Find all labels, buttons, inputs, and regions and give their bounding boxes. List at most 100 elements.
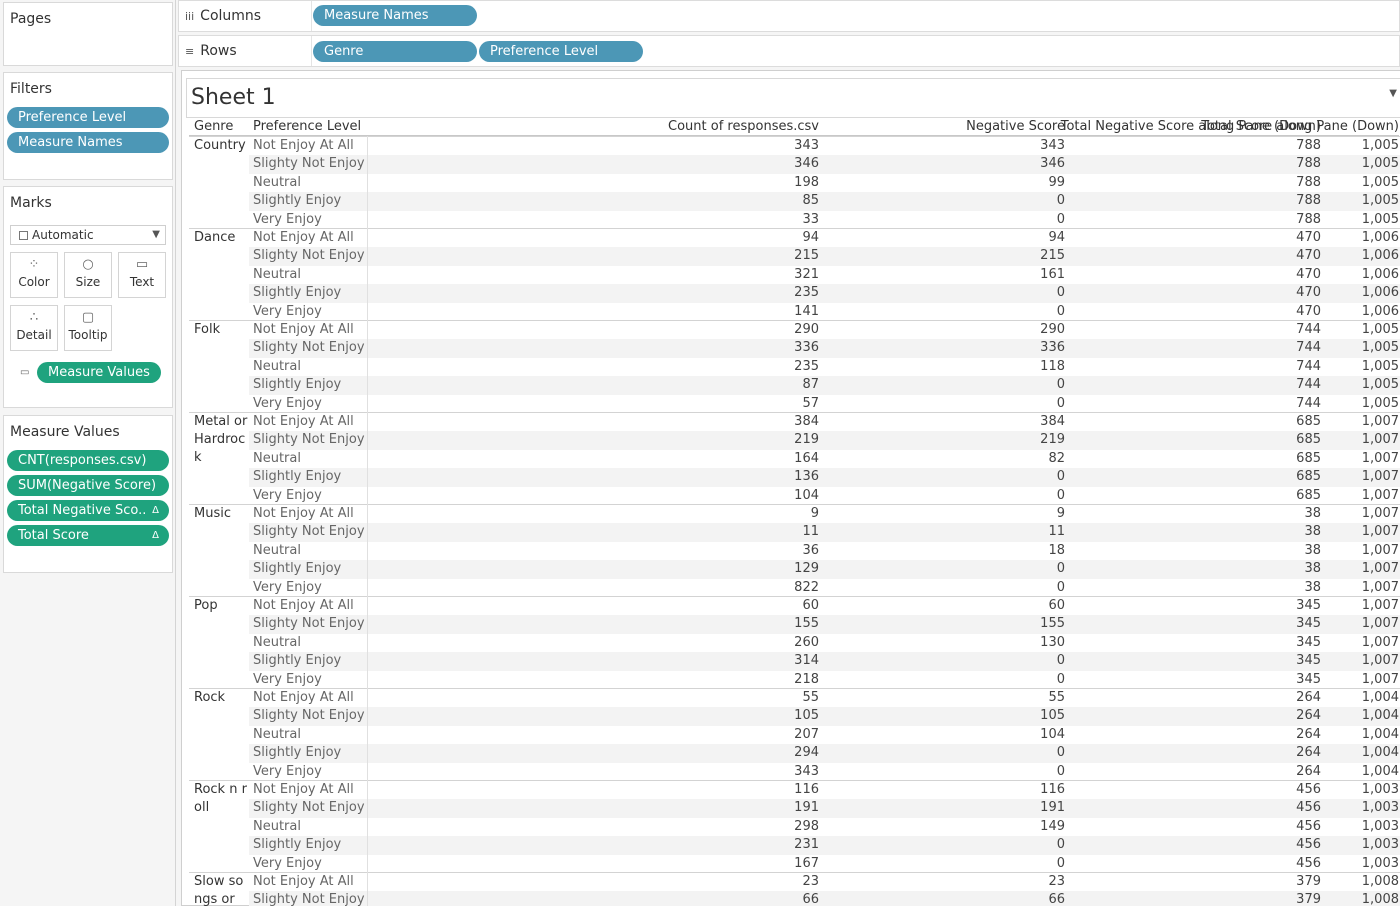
table-row[interactable]: Not Enjoy At All 384 384 685 1,007 — [249, 413, 1400, 431]
table-row[interactable]: Slightly Enjoy 85 0 788 1,005 — [249, 192, 1400, 211]
table-row[interactable]: Very Enjoy 104 0 685 1,007 — [249, 487, 1400, 505]
table-row[interactable]: Not Enjoy At All 94 94 470 1,006 — [249, 229, 1400, 247]
negative-score-cell: 0 — [1056, 745, 1065, 761]
table-row[interactable]: Slightly Enjoy 87 0 744 1,005 — [249, 376, 1400, 395]
genre-label[interactable]: Rock — [194, 689, 249, 707]
count-cell: 23 — [802, 874, 819, 889]
pages-card[interactable]: Pages — [3, 2, 173, 66]
genre-label[interactable]: Pop — [194, 597, 249, 615]
table-row[interactable]: Slighty Not Enjoy 191 191 456 1,003 — [249, 799, 1400, 818]
table-row[interactable]: Slightly Enjoy 136 0 685 1,007 — [249, 468, 1400, 487]
negative-score-cell: 149 — [1040, 818, 1065, 834]
table-row[interactable]: Neutral 235 118 744 1,005 — [249, 358, 1400, 376]
text-button[interactable]: ▭ Text — [118, 252, 166, 298]
rows-shelf[interactable]: ≡ Rows Genre Preference Level — [178, 35, 1400, 67]
genre-label[interactable]: Metal or Hardrock — [194, 413, 249, 467]
measure-pill-total-score[interactable]: Total Score Δ — [7, 525, 169, 546]
sheet-menu-icon[interactable]: ▼ — [1389, 88, 1397, 99]
table-row[interactable]: Neutral 298 149 456 1,003 — [249, 818, 1400, 836]
table-row[interactable]: Neutral 260 130 345 1,007 — [249, 634, 1400, 652]
genre-label[interactable]: Slow songs or — [194, 873, 249, 906]
table-row[interactable]: Not Enjoy At All 23 23 379 1,008 — [249, 873, 1400, 891]
header-preference-level[interactable]: Preference Level — [253, 118, 361, 136]
genre-label[interactable]: Country — [194, 137, 249, 155]
genre-label[interactable]: Dance — [194, 229, 249, 247]
table-row[interactable]: Not Enjoy At All 343 343 788 1,005 — [249, 137, 1400, 155]
table-row[interactable]: Not Enjoy At All 55 55 264 1,004 — [249, 689, 1400, 707]
preference-level-cell: Very Enjoy — [253, 211, 322, 227]
table-row[interactable]: Slighty Not Enjoy 105 105 264 1,004 — [249, 707, 1400, 726]
genre-label[interactable]: Rock n roll — [194, 781, 249, 817]
mark-type-dropdown[interactable]: Automatic ▼ — [10, 225, 166, 245]
rows-pill-preference-level[interactable]: Preference Level — [479, 41, 643, 62]
table-row[interactable]: Not Enjoy At All 60 60 345 1,007 — [249, 597, 1400, 615]
table-row[interactable]: Slighty Not Enjoy 155 155 345 1,007 — [249, 615, 1400, 634]
columns-shelf[interactable]: iii Columns Measure Names — [178, 0, 1400, 32]
size-button[interactable]: ○ Size — [64, 252, 112, 298]
table-row[interactable]: Very Enjoy 218 0 345 1,007 — [249, 671, 1400, 689]
table-row[interactable]: Slighty Not Enjoy 346 346 788 1,005 — [249, 155, 1400, 174]
table-row[interactable]: Not Enjoy At All 290 290 744 1,005 — [249, 321, 1400, 339]
filter-pill-measure-names[interactable]: Measure Names — [7, 132, 169, 153]
filter-pill-preference-level[interactable]: Preference Level — [7, 107, 169, 128]
negative-score-cell: 155 — [1040, 616, 1065, 632]
table-row[interactable]: Very Enjoy 343 0 264 1,004 — [249, 763, 1400, 781]
count-cell: 191 — [794, 800, 819, 816]
genre-label[interactable]: Folk — [194, 321, 249, 339]
genre-group: Rock Not Enjoy At All 55 55 264 1,004 Slighty … — [189, 688, 1400, 780]
count-cell: 294 — [794, 745, 819, 761]
table-row[interactable]: Neutral 207 104 264 1,004 — [249, 726, 1400, 744]
table-row[interactable]: Neutral 321 161 470 1,006 — [249, 266, 1400, 284]
measure-values-text-pill[interactable]: Measure Values — [37, 362, 161, 383]
measure-pill-count[interactable]: CNT(responses.csv) — [7, 450, 169, 471]
rows-pill-genre[interactable]: Genre — [313, 41, 477, 62]
header-total-score[interactable]: Total Score along Pane (Down) — [1201, 118, 1399, 136]
table-row[interactable]: Slighty Not Enjoy 219 219 685 1,007 — [249, 431, 1400, 450]
negative-score-cell: 290 — [1040, 322, 1065, 337]
table-row[interactable]: Slightly Enjoy 231 0 456 1,003 — [249, 836, 1400, 855]
table-row[interactable]: Neutral 198 99 788 1,005 — [249, 174, 1400, 192]
total-negative-cell: 744 — [1296, 340, 1321, 356]
color-button[interactable]: ⁘ Color — [10, 252, 58, 298]
total-score-cell: 1,008 — [1361, 874, 1399, 889]
table-row[interactable]: Not Enjoy At All 116 116 456 1,003 — [249, 781, 1400, 799]
genre-label[interactable]: Music — [194, 505, 249, 523]
table-calc-delta-icon: Δ — [152, 530, 159, 541]
header-count[interactable]: Count of responses.csv — [668, 118, 819, 136]
negative-score-cell: 105 — [1040, 708, 1065, 724]
header-negative-score[interactable]: Negative Score — [966, 118, 1065, 136]
table-row[interactable]: Slightly Enjoy 235 0 470 1,006 — [249, 284, 1400, 303]
measure-pill-total-negative[interactable]: Total Negative Sco.. Δ — [7, 500, 169, 521]
table-row[interactable]: Very Enjoy 822 0 38 1,007 — [249, 579, 1400, 597]
tooltip-button[interactable]: ▢ Tooltip — [64, 305, 112, 351]
table-row[interactable]: Very Enjoy 141 0 470 1,006 — [249, 303, 1400, 321]
negative-score-cell: 66 — [1048, 892, 1065, 906]
table-row[interactable]: Very Enjoy 167 0 456 1,003 — [249, 855, 1400, 873]
sheet-title-box[interactable]: Sheet 1 ▼ — [186, 78, 1400, 118]
marks-card: Marks Automatic ▼ ⁘ Color ○ Size ▭ Text … — [3, 186, 173, 408]
measure-pill-negative-score[interactable]: SUM(Negative Score) — [7, 475, 169, 496]
table-row[interactable]: Neutral 36 18 38 1,007 — [249, 542, 1400, 560]
detail-button[interactable]: ∴ Detail — [10, 305, 58, 351]
negative-score-cell: 18 — [1048, 542, 1065, 558]
table-row[interactable]: Neutral 164 82 685 1,007 — [249, 450, 1400, 468]
table-row[interactable]: Not Enjoy At All 9 9 38 1,007 — [249, 505, 1400, 523]
header-genre[interactable]: Genre — [194, 118, 233, 136]
text-icon: ▭ — [135, 257, 149, 272]
preference-level-cell: Slightly Enjoy — [253, 193, 342, 209]
columns-pill-measure-names[interactable]: Measure Names — [313, 5, 477, 26]
table-row[interactable]: Very Enjoy 33 0 788 1,005 — [249, 211, 1400, 229]
table-row[interactable]: Slighty Not Enjoy 336 336 744 1,005 — [249, 339, 1400, 358]
preference-level-cell: Not Enjoy At All — [253, 506, 354, 521]
table-row[interactable]: Slighty Not Enjoy 215 215 470 1,006 — [249, 247, 1400, 266]
table-row[interactable]: Slightly Enjoy 294 0 264 1,004 — [249, 744, 1400, 763]
table-row[interactable]: Slighty Not Enjoy 66 66 379 1,008 — [249, 891, 1400, 906]
table-row[interactable]: Slightly Enjoy 129 0 38 1,007 — [249, 560, 1400, 579]
preference-level-cell: Neutral — [253, 818, 301, 834]
table-row[interactable]: Slightly Enjoy 314 0 345 1,007 — [249, 652, 1400, 671]
preference-level-cell: Not Enjoy At All — [253, 138, 354, 153]
negative-score-cell: 116 — [1040, 782, 1065, 797]
shelf-divider — [311, 1, 312, 31]
table-row[interactable]: Very Enjoy 57 0 744 1,005 — [249, 395, 1400, 413]
table-row[interactable]: Slighty Not Enjoy 11 11 38 1,007 — [249, 523, 1400, 542]
